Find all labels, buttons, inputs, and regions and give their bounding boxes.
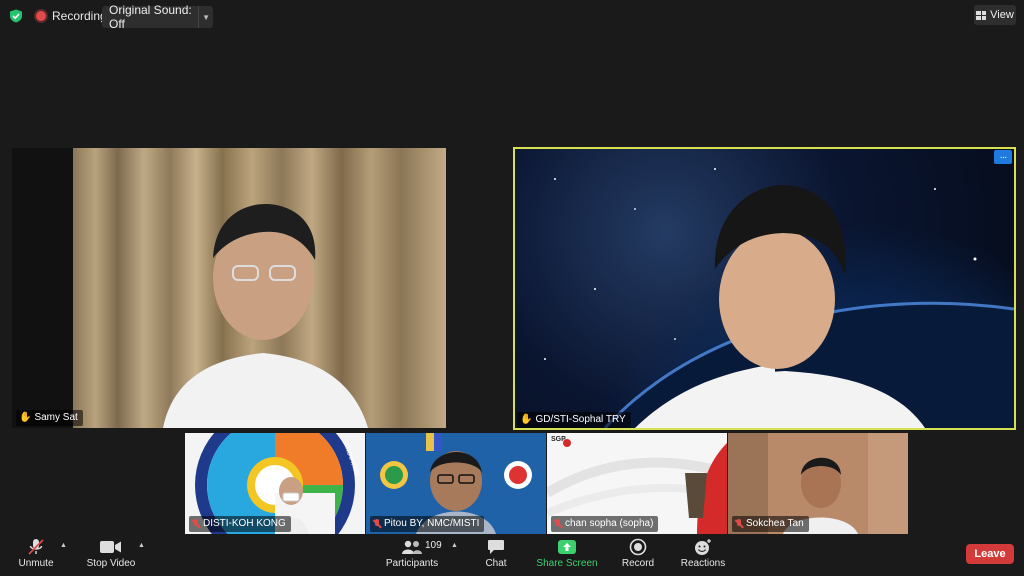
thumbnail-tile-disti-koh-kong[interactable]: INNOVATION DISTI-KOH KONG [185,433,365,534]
pin-icon: ✋ [520,414,533,425]
chat-label: Chat [485,558,507,569]
stop-video-button[interactable]: Stop Video [84,538,138,574]
thumbnail-tile-pitou-by[interactable]: Pitou BY, NMC/MISTI [366,433,546,534]
view-button[interactable]: View [974,5,1016,25]
share-screen-label: Share Screen [536,558,598,569]
recording-indicator[interactable]: Recording [36,7,107,25]
leave-meeting-button[interactable]: Leave [966,544,1014,564]
more-options-button[interactable]: ··· [994,150,1012,164]
participants-icon [401,538,423,556]
participant-name: Pitou BY, NMC/MISTI [384,518,480,529]
share-screen-button[interactable]: Share Screen [534,538,600,574]
mic-muted-icon [192,519,200,529]
participant-name-tag: DISTI-KOH KONG [189,516,291,532]
thumbnail-tile-chan-sopha[interactable]: SGP chan sopha (sopha) [547,433,727,534]
video-camera-icon [100,538,122,556]
video-tile-active-speaker[interactable]: ··· ✋ GD/STI-Sophal TRY [513,147,1016,430]
grid-view-icon [976,10,987,20]
recording-label: Recording [52,9,107,23]
mic-muted-icon [735,519,743,529]
top-bar: Recording Original Sound: Off ▼ View [0,0,1024,32]
view-label: View [990,9,1014,21]
record-icon [629,538,647,556]
unmute-button[interactable]: Unmute [14,538,58,574]
logo-text: SGP [551,436,566,443]
participant-name-tag: chan sopha (sopha) [551,516,659,532]
participant-name: DISTI-KOH KONG [203,518,286,529]
participant-name-tag: ✋ GD/STI-Sophal TRY [517,412,631,428]
chat-button[interactable]: Chat [480,538,512,574]
mic-muted-icon [554,519,562,529]
meeting-toolbar: Unmute ▲ Stop Video ▲ Participants 109 ▲… [0,536,1024,576]
pin-icon: ✋ [19,412,32,423]
video-feed [73,148,446,428]
unmute-label: Unmute [18,558,54,569]
chevron-up-icon[interactable]: ▲ [138,542,145,549]
record-button[interactable]: Record [620,538,656,574]
reactions-button[interactable]: Reactions [678,538,728,574]
participant-name: GD/STI-Sophal TRY [535,414,626,425]
participant-name: Samy Sat [34,412,78,423]
stop-video-label: Stop Video [86,558,136,569]
record-label: Record [621,558,655,569]
participant-count: 109 [425,540,442,551]
participant-name: Sokchea Tan [746,518,804,529]
participant-name-tag: ✋ Samy Sat [16,410,83,426]
mic-muted-icon [373,519,381,529]
chevron-up-icon[interactable]: ▲ [60,542,67,549]
mic-muted-icon [27,538,45,556]
chat-bubble-icon [487,538,505,556]
participants-label: Participants [385,558,439,569]
shield-check-icon[interactable] [9,9,23,23]
video-feed [515,149,1014,428]
thumbnail-tile-sokchea-tan[interactable]: Sokchea Tan [728,433,908,534]
participant-name: chan sopha (sopha) [565,518,654,529]
chevron-down-icon[interactable]: ▼ [198,6,213,28]
share-screen-icon [557,538,577,556]
participant-name-tag: Pitou BY, NMC/MISTI [370,516,485,532]
chevron-up-icon[interactable]: ▲ [451,542,458,549]
original-sound-label: Original Sound: Off [109,3,192,31]
recording-dot-icon [36,11,46,21]
emoji-reaction-icon [693,538,713,556]
video-tile-samy-sat[interactable]: ✋ Samy Sat [12,148,446,428]
reactions-label: Reactions [680,558,726,569]
participant-video-figure [163,203,368,428]
original-sound-button[interactable]: Original Sound: Off ▼ [102,3,213,31]
participant-name-tag: Sokchea Tan [732,516,809,532]
participant-video-figure [544,168,1014,428]
